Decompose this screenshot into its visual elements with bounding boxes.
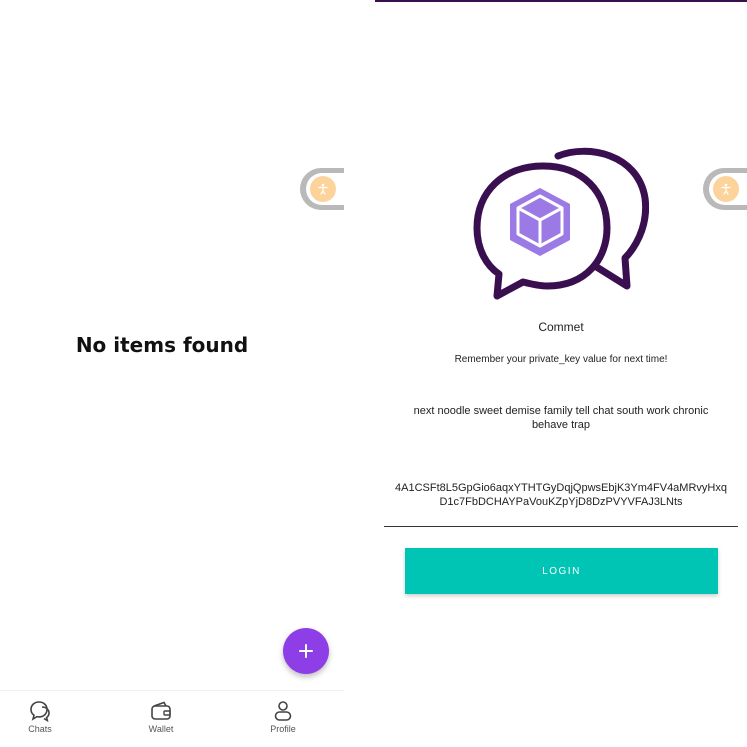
private-key-field[interactable]: 4A1CSFt8L5GpGio6aqxYTHTGyDqjQpwsEbjK3Ym4… xyxy=(395,481,727,509)
status-bar-line xyxy=(375,0,747,2)
add-chat-button[interactable] xyxy=(283,628,329,674)
nav-item-chats[interactable]: Chats xyxy=(10,699,70,734)
nav-label-profile: Profile xyxy=(270,724,296,734)
chat-bubbles-icon xyxy=(30,701,50,723)
accessibility-icon xyxy=(713,176,739,202)
nav-item-wallet[interactable]: Wallet xyxy=(131,699,191,734)
accessibility-button[interactable] xyxy=(703,168,747,210)
input-underline xyxy=(384,526,738,527)
nav-label-wallet: Wallet xyxy=(148,724,174,734)
nav-label-chats: Chats xyxy=(28,724,52,734)
bottom-navigation: Chats Wallet Profile xyxy=(0,690,344,747)
nav-item-profile[interactable]: Profile xyxy=(253,699,313,734)
commet-logo xyxy=(473,147,649,300)
private-key-reminder: Remember your private_key value for next… xyxy=(454,354,668,365)
wallet-icon xyxy=(151,701,171,720)
person-icon xyxy=(274,701,292,721)
chat-list-screen: No items found Chats Wallet Profile xyxy=(0,0,344,747)
login-button[interactable]: LOGIN xyxy=(405,548,718,594)
accessibility-button[interactable] xyxy=(300,168,344,210)
plus-icon xyxy=(299,644,313,658)
empty-state-message: No items found xyxy=(75,333,249,357)
mnemonic-phrase: next noodle sweet demise family tell cha… xyxy=(413,405,709,431)
login-screen: Commet Remember your private_key value f… xyxy=(375,0,747,747)
app-name: Commet xyxy=(538,320,584,334)
accessibility-icon xyxy=(310,176,336,202)
